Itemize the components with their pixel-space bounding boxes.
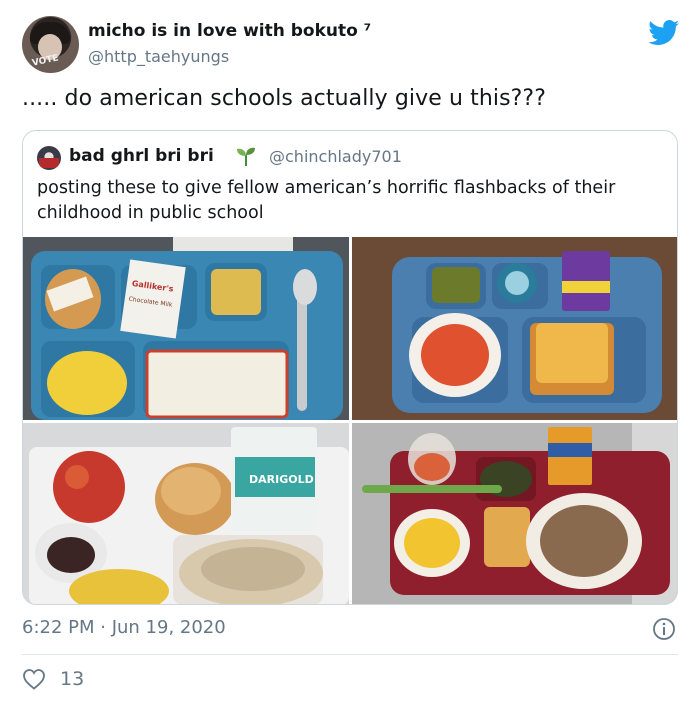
like-count: 13 xyxy=(60,668,85,690)
lunch-tray-photo-2[interactable] xyxy=(352,237,677,420)
divider xyxy=(22,654,678,655)
quoted-tweet[interactable]: bad ghrl bri bri @chinchlady701 posting … xyxy=(22,130,678,605)
author-avatar[interactable]: VOTE xyxy=(22,16,79,73)
author-display-name[interactable]: micho is in love with bokuto ⁷ xyxy=(88,21,371,41)
twitter-bird-icon[interactable] xyxy=(648,20,680,46)
lunch-tray-photo-4[interactable] xyxy=(352,423,677,604)
info-icon[interactable] xyxy=(652,617,676,641)
quoted-author-handle[interactable]: @chinchlady701 xyxy=(269,147,402,166)
seedling-icon xyxy=(237,147,255,166)
tweet-text: ..... do american schools actually give … xyxy=(22,86,546,111)
lunch-tray-photo-3[interactable]: DARIGOLD xyxy=(23,423,349,604)
photo-grid: Galliker's Chocolate Milk DARIGOLD xyxy=(23,237,677,604)
quoted-tweet-text: posting these to give fellow american’s … xyxy=(37,178,616,223)
heart-icon[interactable] xyxy=(22,668,46,690)
milk-carton-brand: DARIGOLD xyxy=(249,473,314,486)
tweet-header: VOTE micho is in love with bokuto ⁷ @htt… xyxy=(22,16,682,76)
author-handle[interactable]: @http_taehyungs xyxy=(88,47,229,66)
quoted-author-avatar[interactable] xyxy=(37,146,61,170)
lunch-tray-photo-1[interactable]: Galliker's Chocolate Milk xyxy=(23,237,349,420)
tweet-timestamp[interactable]: 6:22 PM · Jun 19, 2020 xyxy=(22,617,226,638)
quoted-author-display-name[interactable]: bad ghrl bri bri xyxy=(69,146,214,166)
